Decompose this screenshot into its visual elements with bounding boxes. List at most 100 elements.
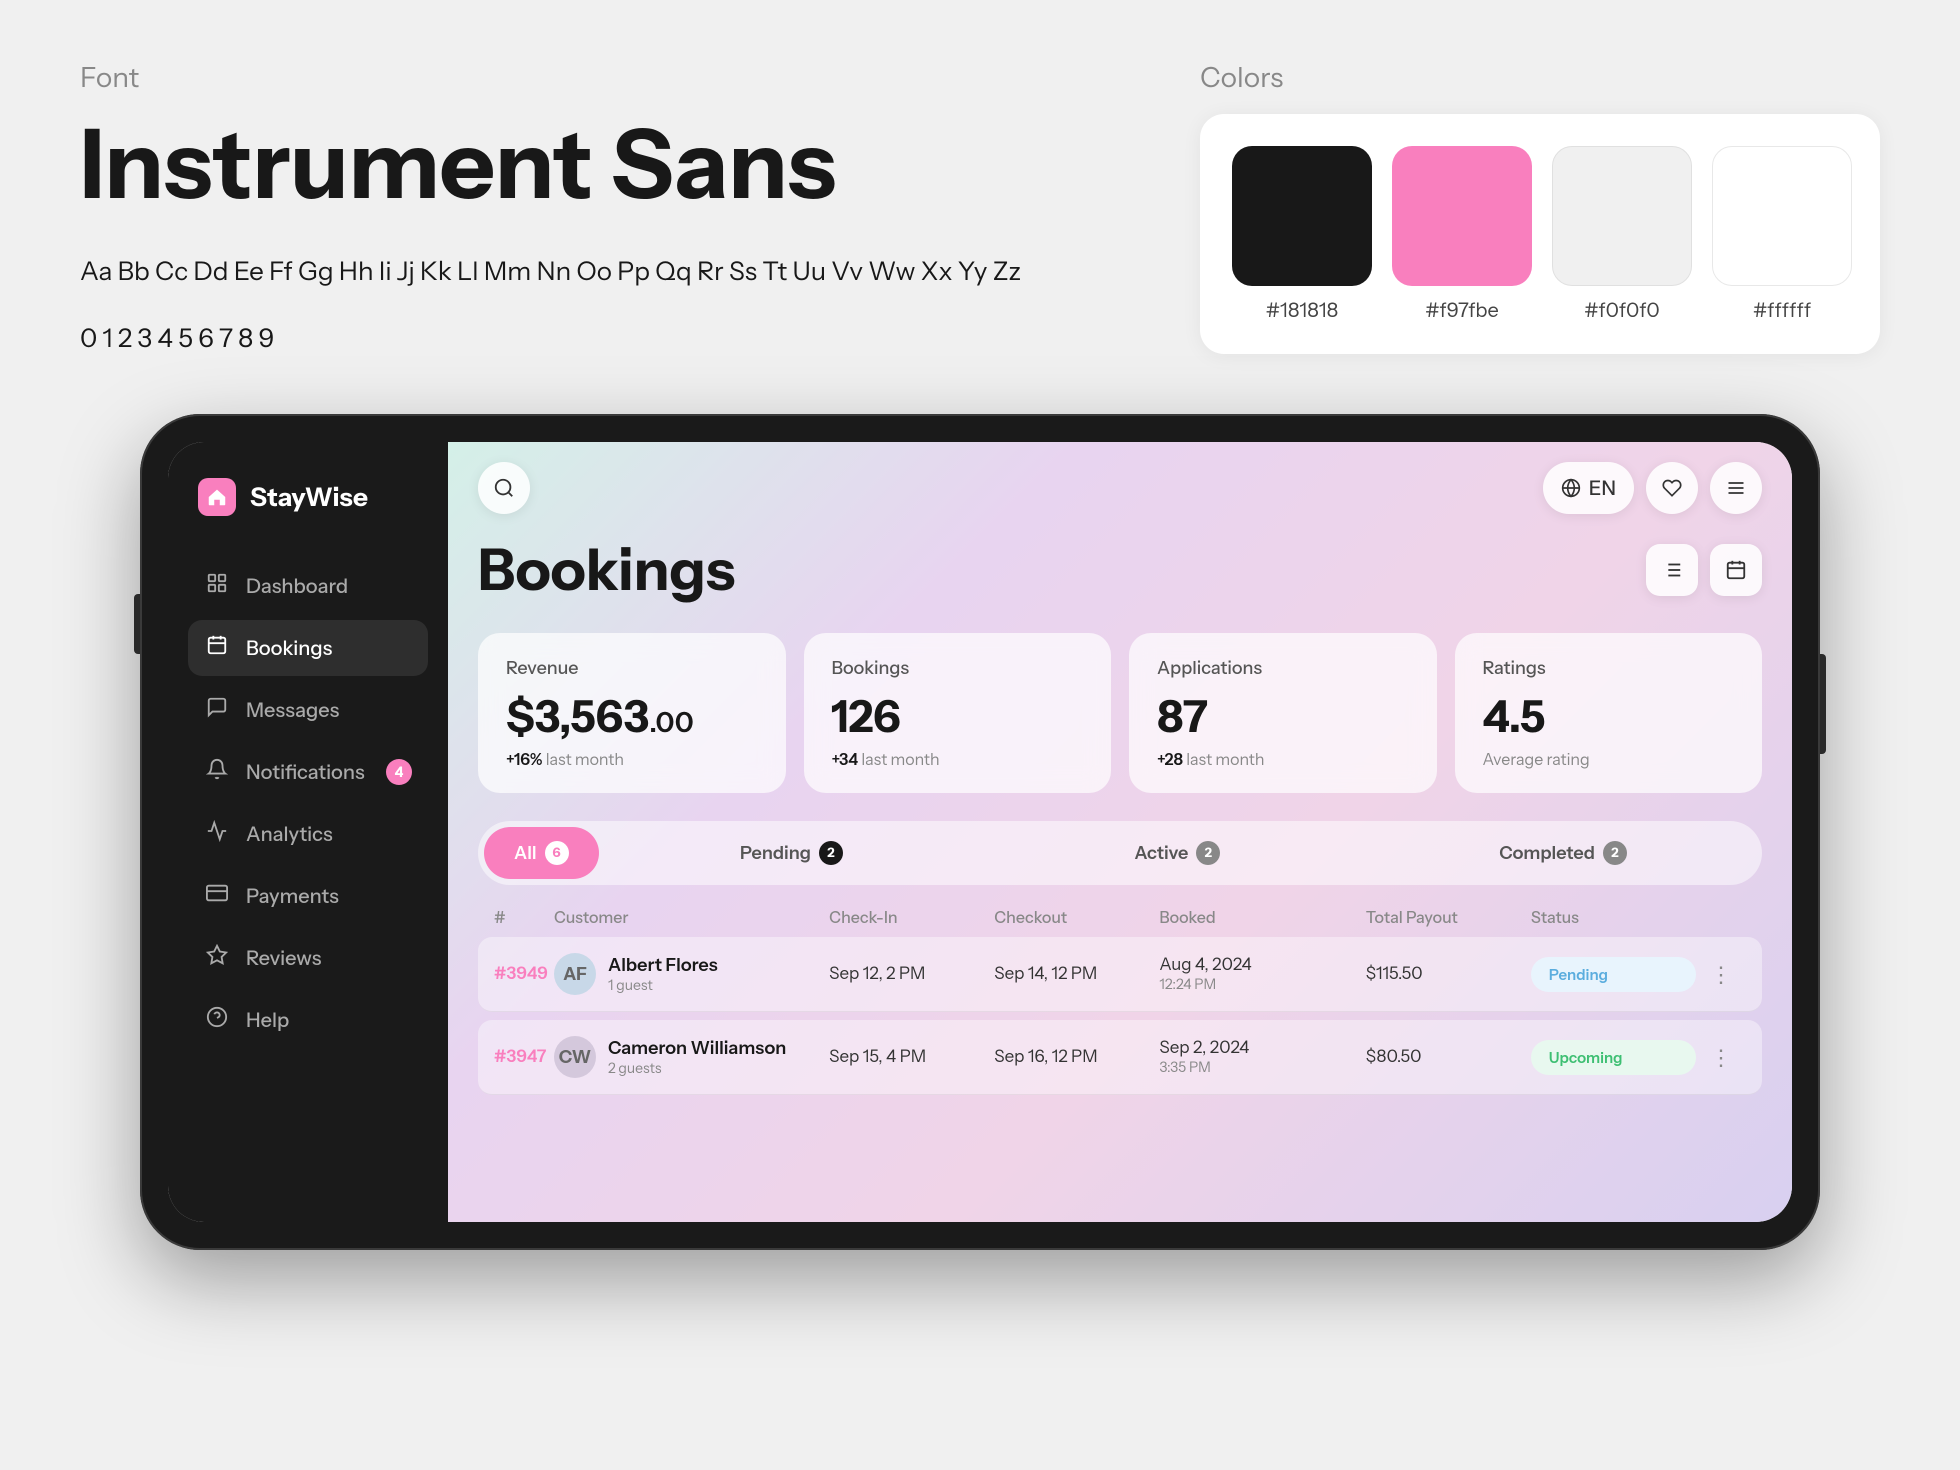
- stat-card-applications: Applications 87 +28 last month: [1129, 633, 1437, 793]
- filter-tabs: All 6 Pending 2 Active 2 Completed 2: [478, 821, 1762, 885]
- favorites-button[interactable]: [1646, 462, 1698, 514]
- reviews-icon: [204, 944, 230, 972]
- sidebar-item-analytics[interactable]: Analytics: [188, 806, 428, 862]
- tab-active[interactable]: Active 2: [984, 827, 1370, 879]
- table-header: # Customer Check-In Checkout Booked Tota…: [478, 907, 1762, 937]
- lang-text: EN: [1589, 476, 1616, 500]
- checkout-2: Sep 16, 12 PM: [994, 1047, 1159, 1067]
- stat-value-revenue: $3,563.00: [506, 689, 758, 743]
- stat-label-ratings: Ratings: [1483, 657, 1735, 679]
- font-section: Font Instrument Sans Aa Bb Cc Dd Ee Ff G…: [80, 60, 1080, 354]
- page-title: Bookings: [478, 534, 735, 605]
- stat-card-bookings: Bookings 126 +34 last month: [804, 633, 1112, 793]
- page-header-row: Bookings: [478, 534, 1762, 605]
- more-button-1[interactable]: ⋮: [1696, 961, 1746, 988]
- notifications-label: Notifications: [246, 760, 365, 784]
- bookings-table: # Customer Check-In Checkout Booked Tota…: [478, 907, 1762, 1095]
- table-row: #3949 AF Albert Flores 1 guest Sep 12, 2…: [478, 937, 1762, 1012]
- sidebar-item-bookings[interactable]: Bookings: [188, 620, 428, 676]
- sidebar-item-help[interactable]: Help: [188, 992, 428, 1048]
- logo-icon: [198, 478, 236, 516]
- list-view-button[interactable]: [1646, 544, 1698, 596]
- table-row: #3947 CW Cameron Williamson 2 guests Sep…: [478, 1020, 1762, 1095]
- tab-completed[interactable]: Completed 2: [1370, 827, 1756, 879]
- col-actions: [1696, 907, 1746, 927]
- page-content: Bookings: [448, 534, 1792, 1222]
- menu-button[interactable]: [1710, 462, 1762, 514]
- booked-1: Aug 4, 2024 12:24 PM: [1159, 955, 1365, 993]
- notifications-icon: [204, 758, 230, 786]
- color-hex-white: #ffffff: [1753, 298, 1811, 322]
- bookings-icon: [204, 634, 230, 662]
- color-item-4: #ffffff: [1712, 146, 1852, 322]
- tab-completed-badge: 2: [1603, 841, 1627, 865]
- col-payout: Total Payout: [1366, 907, 1531, 927]
- sidebar-item-dashboard[interactable]: Dashboard: [188, 558, 428, 614]
- customer-info-1: Albert Flores 1 guest: [608, 954, 718, 994]
- tab-pending[interactable]: Pending 2: [599, 827, 985, 879]
- col-booked: Booked: [1159, 907, 1365, 927]
- font-label: Font: [80, 60, 1080, 94]
- customer-cell-1: AF Albert Flores 1 guest: [554, 953, 829, 995]
- device-wrapper: StayWise Dashboard: [0, 414, 1960, 1250]
- customer-guests-2: 2 guests: [608, 1059, 786, 1077]
- reviews-label: Reviews: [246, 946, 321, 970]
- status-badge-2: Upcoming: [1531, 1040, 1696, 1075]
- booked-date-2: Sep 2, 2024: [1159, 1038, 1365, 1058]
- analytics-icon: [204, 820, 230, 848]
- sidebar-item-notifications[interactable]: Notifications 4: [188, 744, 428, 800]
- col-checkout: Checkout: [994, 907, 1159, 927]
- colors-section: Colors #181818 #f97fbe #f0f0f0 #ffffff: [1200, 60, 1880, 354]
- search-button[interactable]: [478, 462, 530, 514]
- stat-label-revenue: Revenue: [506, 657, 758, 679]
- sidebar-item-reviews[interactable]: Reviews: [188, 930, 428, 986]
- customer-guests-1: 1 guest: [608, 976, 718, 994]
- booked-date-1: Aug 4, 2024: [1159, 955, 1365, 975]
- col-id: #: [494, 907, 554, 927]
- stat-change-ratings: Average rating: [1483, 749, 1735, 769]
- color-swatch-pink: [1392, 146, 1532, 286]
- customer-cell-2: CW Cameron Williamson 2 guests: [554, 1036, 829, 1078]
- stat-value-bookings: 126: [832, 689, 1084, 743]
- avatar-1: AF: [554, 953, 596, 995]
- more-button-2[interactable]: ⋮: [1696, 1044, 1746, 1071]
- calendar-view-button[interactable]: [1710, 544, 1762, 596]
- sidebar-item-payments[interactable]: Payments: [188, 868, 428, 924]
- sidebar-item-messages[interactable]: Messages: [188, 682, 428, 738]
- stat-change-bookings: +34 last month: [832, 749, 1084, 769]
- colors-label: Colors: [1200, 60, 1880, 94]
- booked-2: Sep 2, 2024 3:35 PM: [1159, 1038, 1365, 1076]
- stat-label-applications: Applications: [1157, 657, 1409, 679]
- sidebar-logo: StayWise: [188, 478, 428, 516]
- font-numbers: 0 1 2 3 4 5 6 7 8 9: [80, 322, 1080, 354]
- lang-button[interactable]: EN: [1543, 462, 1634, 514]
- font-alphabet: Aa Bb Cc Dd Ee Ff Gg Hh Ii Jj Kk Ll Mm N…: [80, 251, 1080, 293]
- payout-1: $115.50: [1366, 964, 1531, 984]
- help-label: Help: [246, 1008, 289, 1032]
- sidebar: StayWise Dashboard: [168, 442, 448, 1222]
- tab-active-badge: 2: [1196, 841, 1220, 865]
- device-screen: StayWise Dashboard: [168, 442, 1792, 1222]
- payments-label: Payments: [246, 884, 339, 908]
- checkin-2: Sep 15, 4 PM: [829, 1047, 994, 1067]
- payments-icon: [204, 882, 230, 910]
- col-checkin: Check-In: [829, 907, 994, 927]
- main-content: EN: [448, 442, 1792, 1222]
- stat-value-applications: 87: [1157, 689, 1409, 743]
- tab-all[interactable]: All 6: [484, 827, 599, 879]
- header-actions: EN: [1543, 462, 1762, 514]
- analytics-label: Analytics: [246, 822, 333, 846]
- checkin-1: Sep 12, 2 PM: [829, 964, 994, 984]
- stat-label-bookings: Bookings: [832, 657, 1084, 679]
- help-icon: [204, 1006, 230, 1034]
- bookings-label: Bookings: [246, 636, 332, 660]
- stat-cents-revenue: .00: [649, 705, 693, 739]
- col-status: Status: [1531, 907, 1696, 927]
- color-hex-pink: #f97fbe: [1425, 298, 1499, 322]
- color-item-3: #f0f0f0: [1552, 146, 1692, 322]
- checkout-1: Sep 14, 12 PM: [994, 964, 1159, 984]
- dashboard-label: Dashboard: [246, 574, 348, 598]
- booking-id-3949: #3949: [494, 964, 554, 984]
- booked-time-1: 12:24 PM: [1159, 975, 1365, 993]
- device: StayWise Dashboard: [140, 414, 1820, 1250]
